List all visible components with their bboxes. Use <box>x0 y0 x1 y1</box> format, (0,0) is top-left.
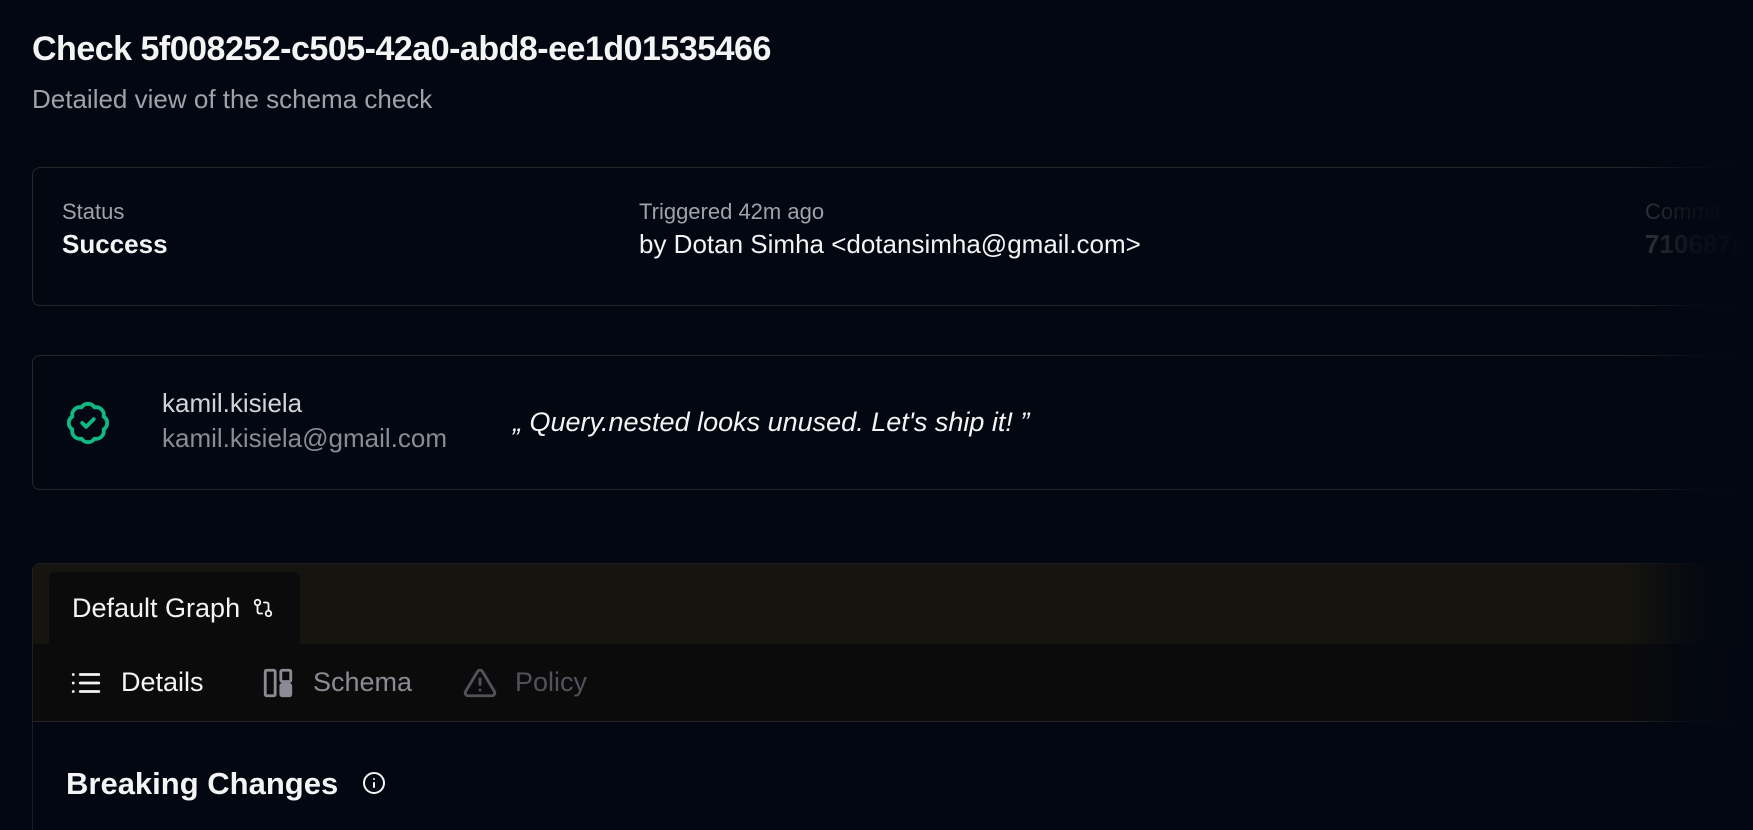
commit-value[interactable]: 710687c <box>1645 229 1746 260</box>
breaking-changes-heading: Breaking Changes <box>66 766 339 801</box>
info-icon[interactable] <box>362 771 386 795</box>
schema-check-page: Check 5f008252-c505-42a0-abd8-ee1d015354… <box>0 0 1753 830</box>
tab-default-graph[interactable]: Default Graph <box>49 572 300 644</box>
triggered-by-value: by Dotan Simha <dotansimha@gmail.com> <box>639 229 1141 259</box>
tab-default-graph-label: Default Graph <box>72 592 241 623</box>
subnav-policy[interactable]: Policy <box>461 644 587 721</box>
triggered-label: Triggered 42m ago <box>639 199 825 224</box>
check-status-card: Status Success Triggered 42m ago by Dota… <box>32 167 1753 306</box>
subnav-schema-label: Schema <box>313 667 413 697</box>
approval-card: kamil.kisiela kamil.kisiela@gmail.com „ … <box>32 355 1753 490</box>
status-label: Status <box>62 199 125 224</box>
subnav-policy-label: Policy <box>515 667 588 697</box>
columns-icon <box>263 668 293 697</box>
commit-label: Commit <box>1645 199 1721 224</box>
subnav-details-label: Details <box>121 667 204 697</box>
page-subtitle: Detailed view of the schema check <box>32 84 433 114</box>
approver-email: kamil.kisiela@gmail.com <box>162 423 448 453</box>
list-icon <box>71 672 101 693</box>
subnav-details[interactable]: Details <box>67 644 204 721</box>
approval-comment: „ Query.nested looks unused. Let's ship … <box>513 407 1030 437</box>
graph-tabs-bar: Default Graph <box>33 564 1753 644</box>
graph-panel: Default Graph Details Schema Policy Brea… <box>32 563 1753 830</box>
badge-check-icon <box>66 402 109 445</box>
page-title: Check 5f008252-c505-42a0-abd8-ee1d015354… <box>32 30 771 68</box>
subnav-schema[interactable]: Schema <box>259 644 412 721</box>
approver-name: kamil.kisiela <box>162 388 303 418</box>
warning-icon <box>463 668 497 697</box>
status-value: Success <box>62 229 168 259</box>
check-subnav: Details Schema Policy <box>33 644 1753 722</box>
git-compare-icon <box>253 598 273 618</box>
